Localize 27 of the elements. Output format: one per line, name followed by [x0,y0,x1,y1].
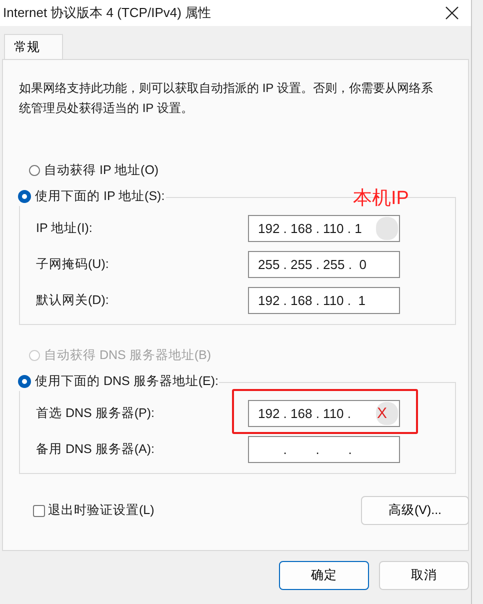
annotation-text: 本机IP [353,186,409,210]
description-text: 如果网络支持此功能，则可以获取自动指派的 IP 设置。否则，你需要从网络系统管理员处获得适当的 IP 设置。 [19,80,434,117]
checkbox-option[interactable]: 退出时验证设置(L) [33,502,154,519]
radio-option[interactable]: 使用下面的 IP 地址(S): [18,188,165,205]
ip-address-field[interactable]: 192 . 168 . 110 . X [248,400,400,426]
radio-option[interactable]: 使用下面的 DNS 服务器地址(E): [18,373,218,390]
field-label: 子网掩码(U): [36,256,109,272]
dialog-button[interactable]: 取消 [379,561,469,590]
radio-option[interactable]: 自动获得 IP 地址(O) [29,162,159,179]
ip-address-field[interactable]: 192 . 168 . 110 . 1 [248,286,400,314]
radio-icon[interactable] [18,190,31,203]
tab[interactable]: 常规 [4,34,63,60]
ip-address-field[interactable]: 192 . 168 . 110 . 1 [248,214,400,242]
dialog-button[interactable]: 确定 [279,561,369,590]
field-label: 备用 DNS 服务器(A): [36,440,154,458]
ip-address-field[interactable]: . . . [248,436,400,462]
radio-icon[interactable] [29,165,40,176]
checkbox[interactable] [33,504,45,516]
ip-address-field[interactable]: 255 . 255 . 255 . 0 [248,250,400,278]
advanced-button[interactable]: 高级(V)... [361,496,469,525]
radio-icon[interactable] [18,375,31,388]
field-label: 默认网关(D): [36,292,109,308]
field-label: IP 地址(I): [36,220,92,236]
close-icon[interactable] [445,6,459,20]
field-label: 首选 DNS 服务器(P): [36,404,154,422]
window-title: Internet 协议版本 4 (TCP/IPv4) 属性 [3,4,212,22]
annotation-mark: X [376,404,387,422]
